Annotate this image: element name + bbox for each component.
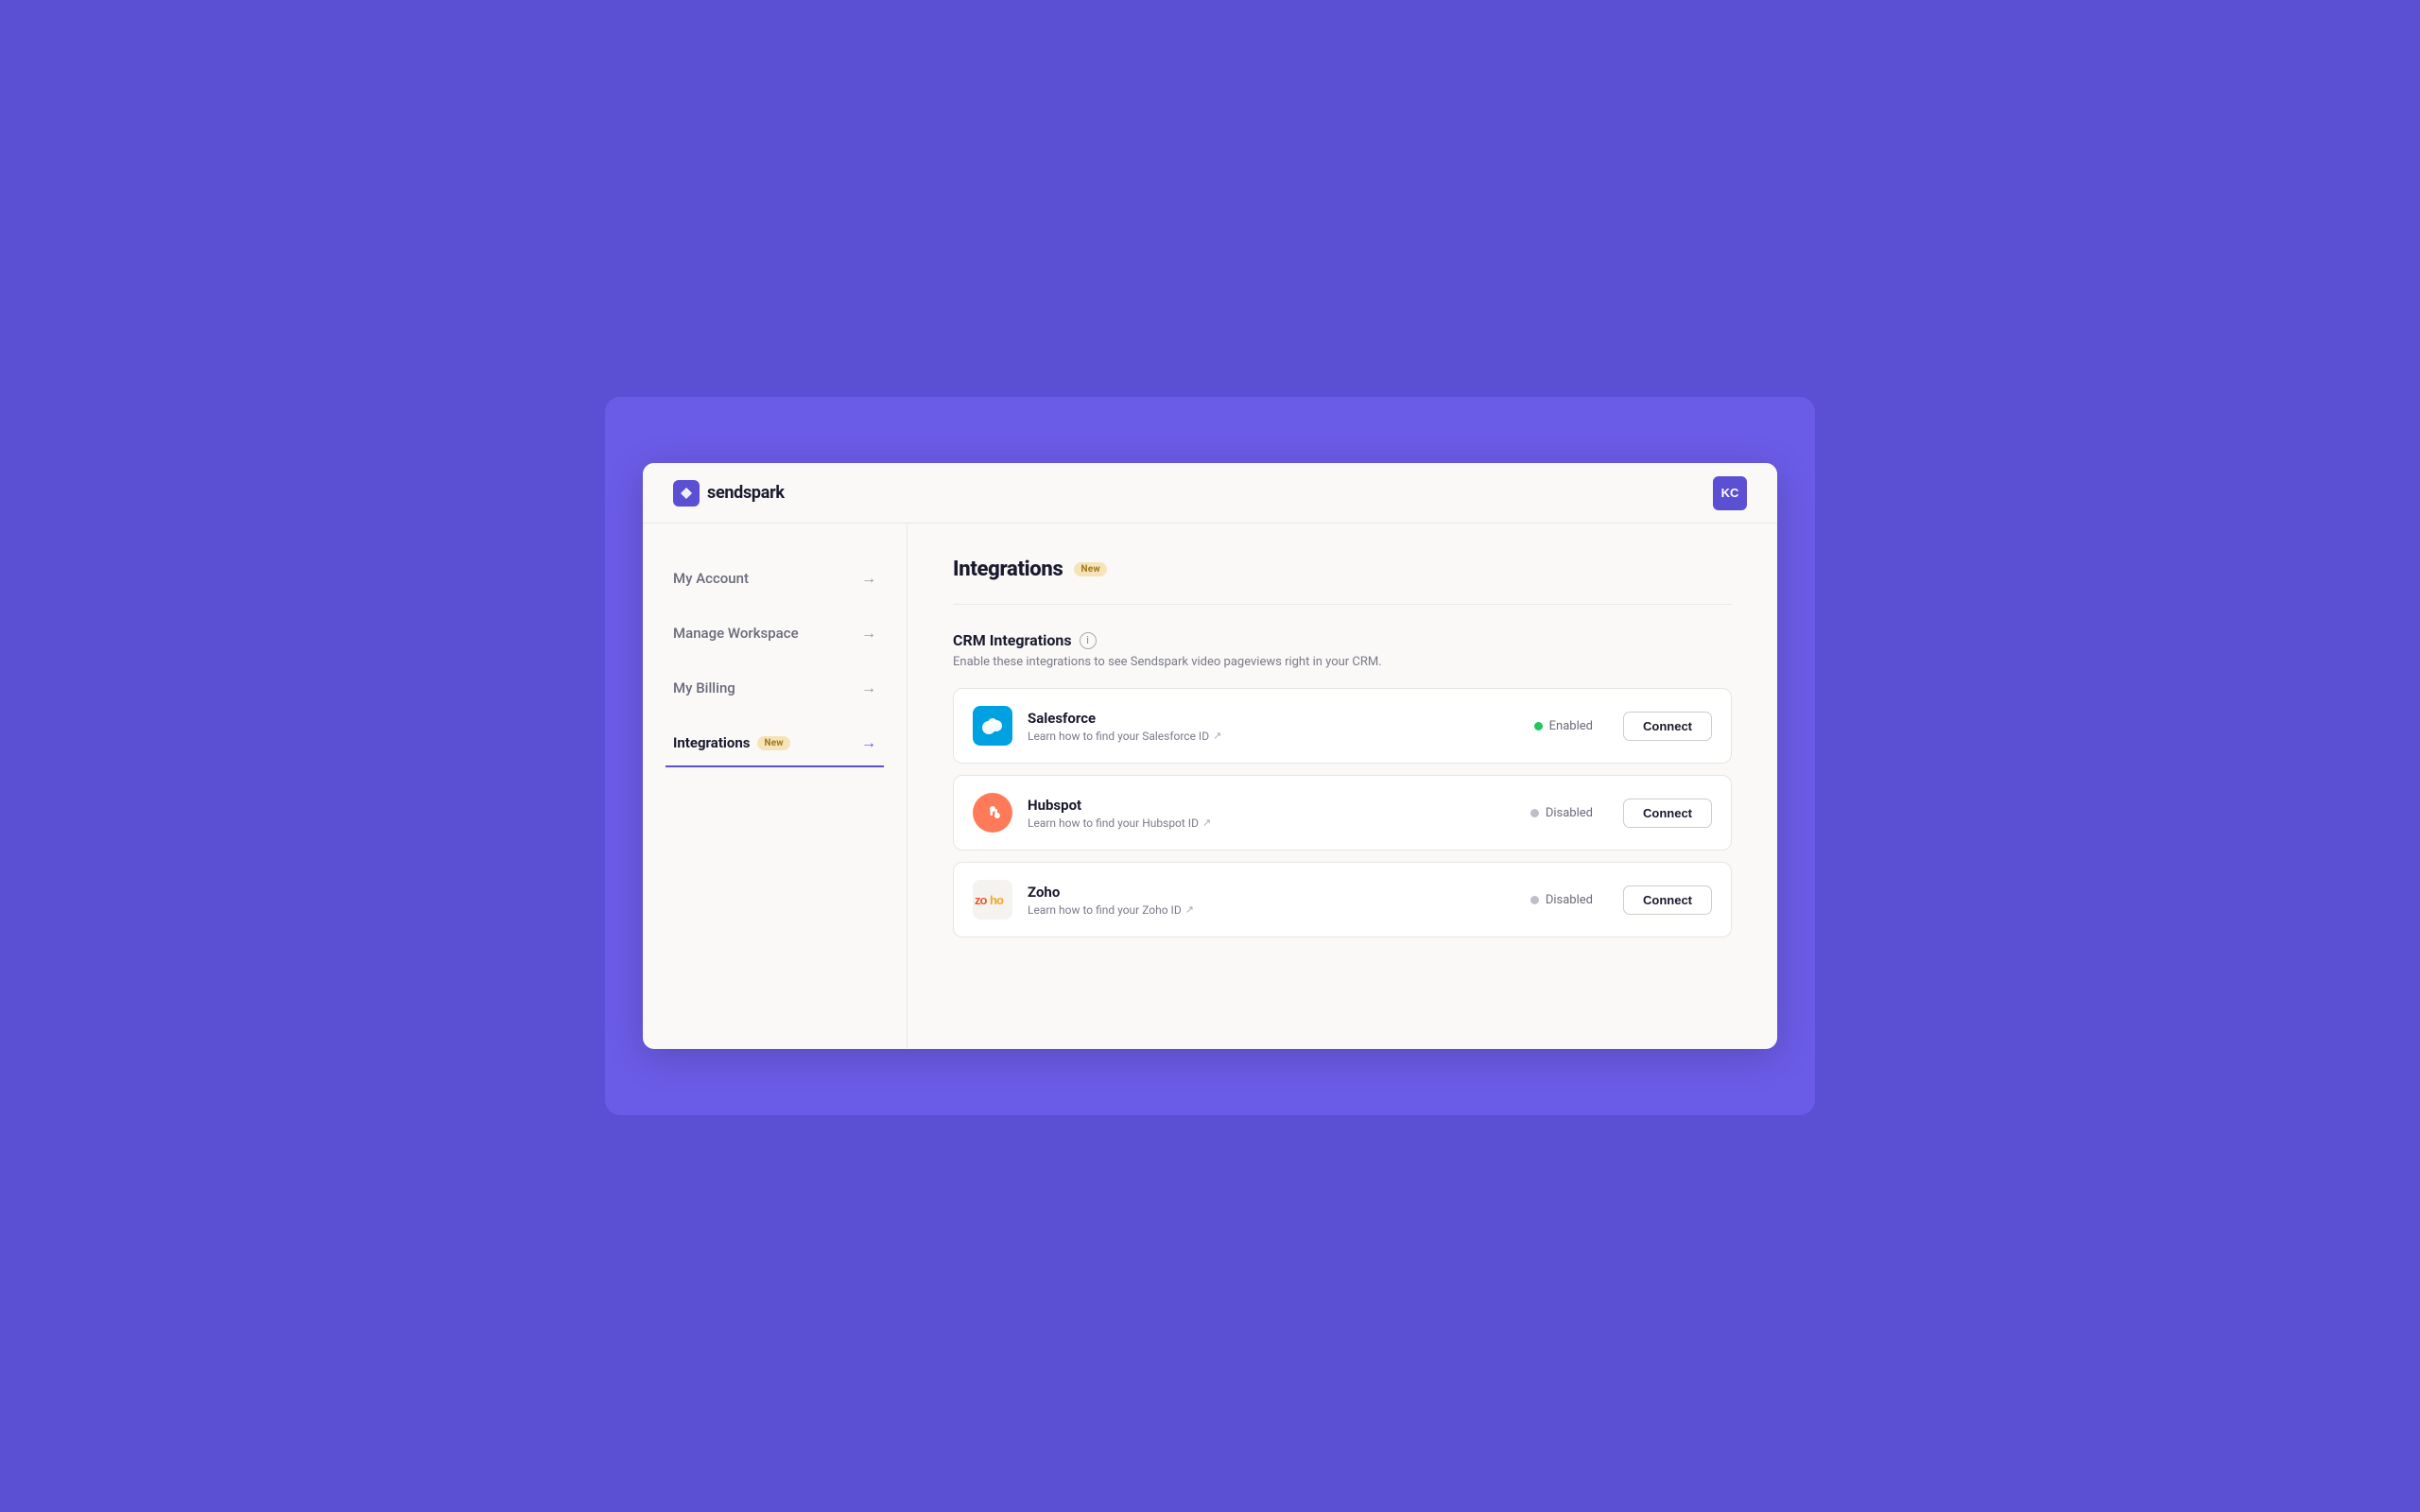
- sidebar-arrow-integrations: →: [861, 733, 876, 752]
- page-header: Integrations New: [953, 558, 1732, 581]
- sidebar-arrow-manage-workspace: →: [861, 624, 876, 643]
- svg-text:ho: ho: [990, 893, 1004, 907]
- salesforce-logo: [973, 706, 1012, 746]
- crm-info-icon[interactable]: i: [1080, 632, 1097, 649]
- hubspot-logo: [973, 793, 1012, 833]
- content-area: Integrations New CRM Integrations i Enab…: [908, 524, 1777, 1049]
- crm-section-description: Enable these integrations to see Sendspa…: [953, 655, 1732, 669]
- integration-card-zoho: zo ho Zoho Learn how to find your Zoho I…: [953, 862, 1732, 937]
- zoho-external-link-icon: ↗: [1185, 903, 1194, 916]
- hubspot-info: Hubspot Learn how to find your Hubspot I…: [1028, 797, 1493, 830]
- page-new-badge: New: [1074, 562, 1106, 576]
- sidebar: My Account → Manage Workspace → My Billi…: [643, 524, 908, 1049]
- crm-section-title: CRM Integrations: [953, 631, 1072, 649]
- zoho-link[interactable]: Learn how to find your Zoho ID ↗: [1028, 903, 1493, 917]
- sidebar-arrow-my-account: →: [861, 569, 876, 588]
- salesforce-connect-button[interactable]: Connect: [1623, 712, 1712, 741]
- page-title: Integrations: [953, 558, 1063, 581]
- zoho-name: Zoho: [1028, 884, 1493, 901]
- app-window: sendspark KC My Account → Manage Workspa…: [643, 463, 1777, 1049]
- integrations-new-badge: New: [757, 736, 789, 750]
- zoho-status: Disabled: [1508, 893, 1593, 907]
- sidebar-item-integrations-label: Integrations New: [673, 734, 790, 751]
- logo-text: sendspark: [707, 483, 785, 503]
- salesforce-name: Salesforce: [1028, 710, 1493, 727]
- sidebar-item-manage-workspace-label: Manage Workspace: [673, 625, 799, 642]
- zoho-info: Zoho Learn how to find your Zoho ID ↗: [1028, 884, 1493, 917]
- crm-section-title-row: CRM Integrations i: [953, 631, 1732, 649]
- sidebar-item-my-account-label: My Account: [673, 570, 749, 587]
- salesforce-logo-svg: [979, 716, 1006, 735]
- sidebar-item-integrations[interactable]: Integrations New →: [666, 718, 884, 767]
- sendspark-logo-icon: [673, 480, 700, 507]
- hubspot-status-dot: [1530, 809, 1539, 817]
- logo-area: sendspark: [673, 480, 785, 507]
- salesforce-status: Enabled: [1508, 719, 1593, 733]
- header: sendspark KC: [643, 463, 1777, 524]
- header-divider: [953, 604, 1732, 605]
- zoho-logo: zo ho: [973, 880, 1012, 919]
- hubspot-external-link-icon: ↗: [1202, 816, 1211, 829]
- salesforce-status-dot: [1534, 722, 1543, 730]
- sidebar-arrow-my-billing: →: [861, 679, 876, 697]
- zoho-status-dot: [1530, 896, 1539, 904]
- svg-text:zo: zo: [975, 893, 988, 907]
- hubspot-connect-button[interactable]: Connect: [1623, 799, 1712, 828]
- salesforce-link[interactable]: Learn how to find your Salesforce ID ↗: [1028, 730, 1493, 743]
- sidebar-item-my-billing[interactable]: My Billing →: [666, 663, 884, 714]
- hubspot-name: Hubspot: [1028, 797, 1493, 814]
- main-content: My Account → Manage Workspace → My Billi…: [643, 524, 1777, 1049]
- zoho-connect-button[interactable]: Connect: [1623, 885, 1712, 915]
- salesforce-external-link-icon: ↗: [1213, 730, 1221, 742]
- hubspot-status: Disabled: [1508, 806, 1593, 820]
- sidebar-item-my-account[interactable]: My Account →: [666, 554, 884, 605]
- avatar-button[interactable]: KC: [1713, 476, 1747, 510]
- salesforce-info: Salesforce Learn how to find your Salesf…: [1028, 710, 1493, 743]
- integration-card-salesforce: Salesforce Learn how to find your Salesf…: [953, 688, 1732, 764]
- zoho-logo-svg: zo ho: [975, 889, 1011, 910]
- sidebar-item-my-billing-label: My Billing: [673, 679, 735, 696]
- hubspot-logo-svg: [981, 801, 1004, 824]
- integration-card-hubspot: Hubspot Learn how to find your Hubspot I…: [953, 775, 1732, 850]
- outer-background: sendspark KC My Account → Manage Workspa…: [605, 397, 1815, 1115]
- hubspot-link[interactable]: Learn how to find your Hubspot ID ↗: [1028, 816, 1493, 830]
- sidebar-item-manage-workspace[interactable]: Manage Workspace →: [666, 609, 884, 660]
